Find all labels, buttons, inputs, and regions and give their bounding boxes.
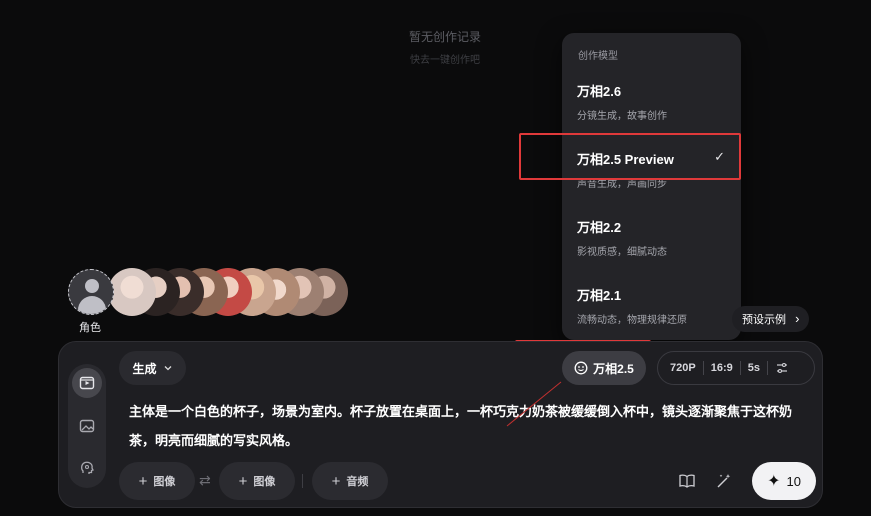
book-icon[interactable]	[676, 470, 698, 492]
plus-icon: +	[138, 472, 148, 490]
video-icon	[79, 376, 95, 390]
model-option-name: 万相2.6	[577, 84, 622, 99]
model-option-wanxiang-2-6[interactable]: 万相2.6 分镜生成，故事创作	[562, 79, 741, 135]
prompt-panel: 生成 万相2.5 720P 16:9 5s 主体是一个白色的杯子，场景为室内。杯…	[58, 341, 823, 508]
add-image-button-2[interactable]: + 图像	[219, 462, 295, 500]
aspect-ratio-value: 16:9	[710, 362, 733, 374]
chevron-right-icon: ›	[795, 311, 800, 326]
image-icon	[79, 419, 95, 433]
add-image-button-1[interactable]: + 图像	[119, 462, 195, 500]
empty-state-title: 暂无创作记录	[408, 30, 481, 44]
model-option-desc: 流畅动态，物理规律还原	[577, 315, 687, 326]
model-option-wanxiang-2-1[interactable]: 万相2.1 流畅动态，物理规律还原	[562, 283, 741, 339]
resolution-value: 720P	[670, 362, 696, 374]
settings-sliders-icon	[776, 362, 787, 374]
video-mode-button[interactable]	[72, 368, 102, 398]
prompt-input[interactable]: 主体是一个白色的杯子，场景为室内。杯子放置在桌面上，一杯巧克力奶茶被缓缓倒入杯中…	[129, 397, 799, 455]
magic-wand-icon[interactable]	[713, 470, 735, 492]
model-label: 万相2.5	[593, 361, 634, 376]
credit-count: 10	[786, 473, 801, 489]
add-image-label: 图像	[253, 476, 276, 488]
person-icon	[85, 279, 99, 293]
model-option-desc: 影视质感，细腻动态	[577, 247, 667, 258]
avatar[interactable]	[108, 268, 156, 316]
chevron-down-icon	[164, 366, 171, 371]
head-icon	[81, 461, 94, 474]
swap-icon[interactable]: ⇄	[199, 472, 211, 489]
model-option-name: 万相2.1	[577, 288, 622, 303]
plus-icon: +	[238, 472, 248, 490]
duration-value: 5s	[747, 362, 760, 374]
empty-state-subtitle: 快去一键创作吧	[410, 55, 480, 66]
avatar-mode-button[interactable]	[72, 453, 102, 483]
model-option-name: 万相2.2	[577, 220, 622, 235]
empty-state: 暂无创作记录 快去一键创作吧	[370, 28, 520, 66]
sparkle-icon: ✦	[767, 473, 781, 490]
submit-generate-button[interactable]: ✦ 10	[752, 462, 816, 500]
divider	[302, 474, 303, 488]
mode-sidebar	[68, 364, 106, 488]
preset-examples-button[interactable]: 预设示例 ›	[732, 306, 810, 332]
model-option-wanxiang-2-2[interactable]: 万相2.2 影视质感，细腻动态	[562, 215, 741, 271]
plus-icon: +	[331, 472, 341, 490]
add-audio-button[interactable]: + 音频	[312, 462, 388, 500]
video-params-button[interactable]: 720P 16:9 5s	[657, 351, 815, 385]
mode-label: 生成	[132, 361, 157, 376]
model-select-button[interactable]: 万相2.5	[562, 351, 646, 385]
model-logo-icon	[574, 361, 588, 375]
image-mode-button[interactable]	[72, 411, 102, 441]
annotation-line	[506, 381, 562, 427]
generate-mode-dropdown[interactable]: 生成	[119, 351, 186, 385]
preset-label: 预设示例	[742, 314, 786, 326]
add-character-button[interactable]	[68, 269, 114, 315]
model-option-desc: 分镜生成，故事创作	[577, 111, 667, 122]
character-label: 角色	[79, 322, 101, 334]
character-row: 角色	[66, 268, 348, 334]
add-image-label: 图像	[153, 476, 176, 488]
add-audio-label: 音频	[346, 476, 369, 488]
highlight-box-selected-model	[519, 133, 741, 180]
dropdown-header: 创作模型	[578, 51, 618, 62]
model-dropdown: 创作模型 万相2.6 分镜生成，故事创作 万相2.5 Preview 声音生成，…	[562, 33, 741, 340]
